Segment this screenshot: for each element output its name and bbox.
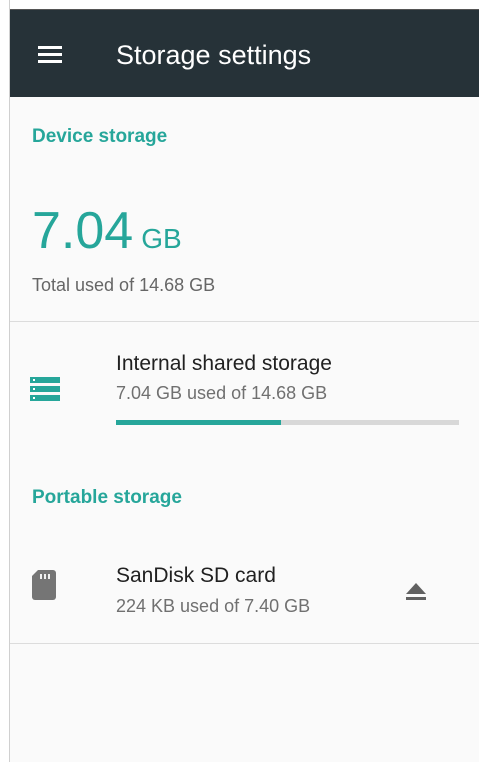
window-edge-left <box>0 0 10 762</box>
storage-content: Device storage 7.04 GB Total used of 14.6… <box>10 97 479 762</box>
device-storage-header: Device storage <box>32 126 168 147</box>
total-used-text: Total used of 14.68 GB <box>32 275 216 295</box>
window-edge-top <box>0 0 479 9</box>
device-storage-used-summary: 7.04 GB <box>32 201 182 274</box>
app-bar: Storage settings <box>10 9 479 97</box>
sd-card-subtitle: 224 KB used of 7.40 GB <box>116 596 311 616</box>
sd-card-title: SanDisk SD card <box>116 564 276 587</box>
screen: Storage settings Device storage 7.04 GB T… <box>0 0 479 762</box>
eject-icon[interactable] <box>404 579 428 603</box>
storage-icon <box>30 377 60 401</box>
page-title: Storage settings <box>116 40 312 70</box>
internal-storage-progress-fill <box>116 420 281 425</box>
divider <box>10 643 479 644</box>
internal-storage-progress-bar <box>116 420 459 425</box>
used-unit: GB <box>141 223 182 254</box>
sd-card-icon <box>32 570 56 600</box>
internal-shared-storage-row[interactable]: Internal shared storage 7.04 GB used of … <box>10 321 479 443</box>
used-value: 7.04 <box>32 202 134 260</box>
internal-storage-title: Internal shared storage <box>116 352 332 375</box>
portable-storage-header: Portable storage <box>32 487 182 508</box>
internal-storage-subtitle: 7.04 GB used of 14.68 GB <box>116 383 328 403</box>
hamburger-menu-icon[interactable] <box>32 40 66 68</box>
